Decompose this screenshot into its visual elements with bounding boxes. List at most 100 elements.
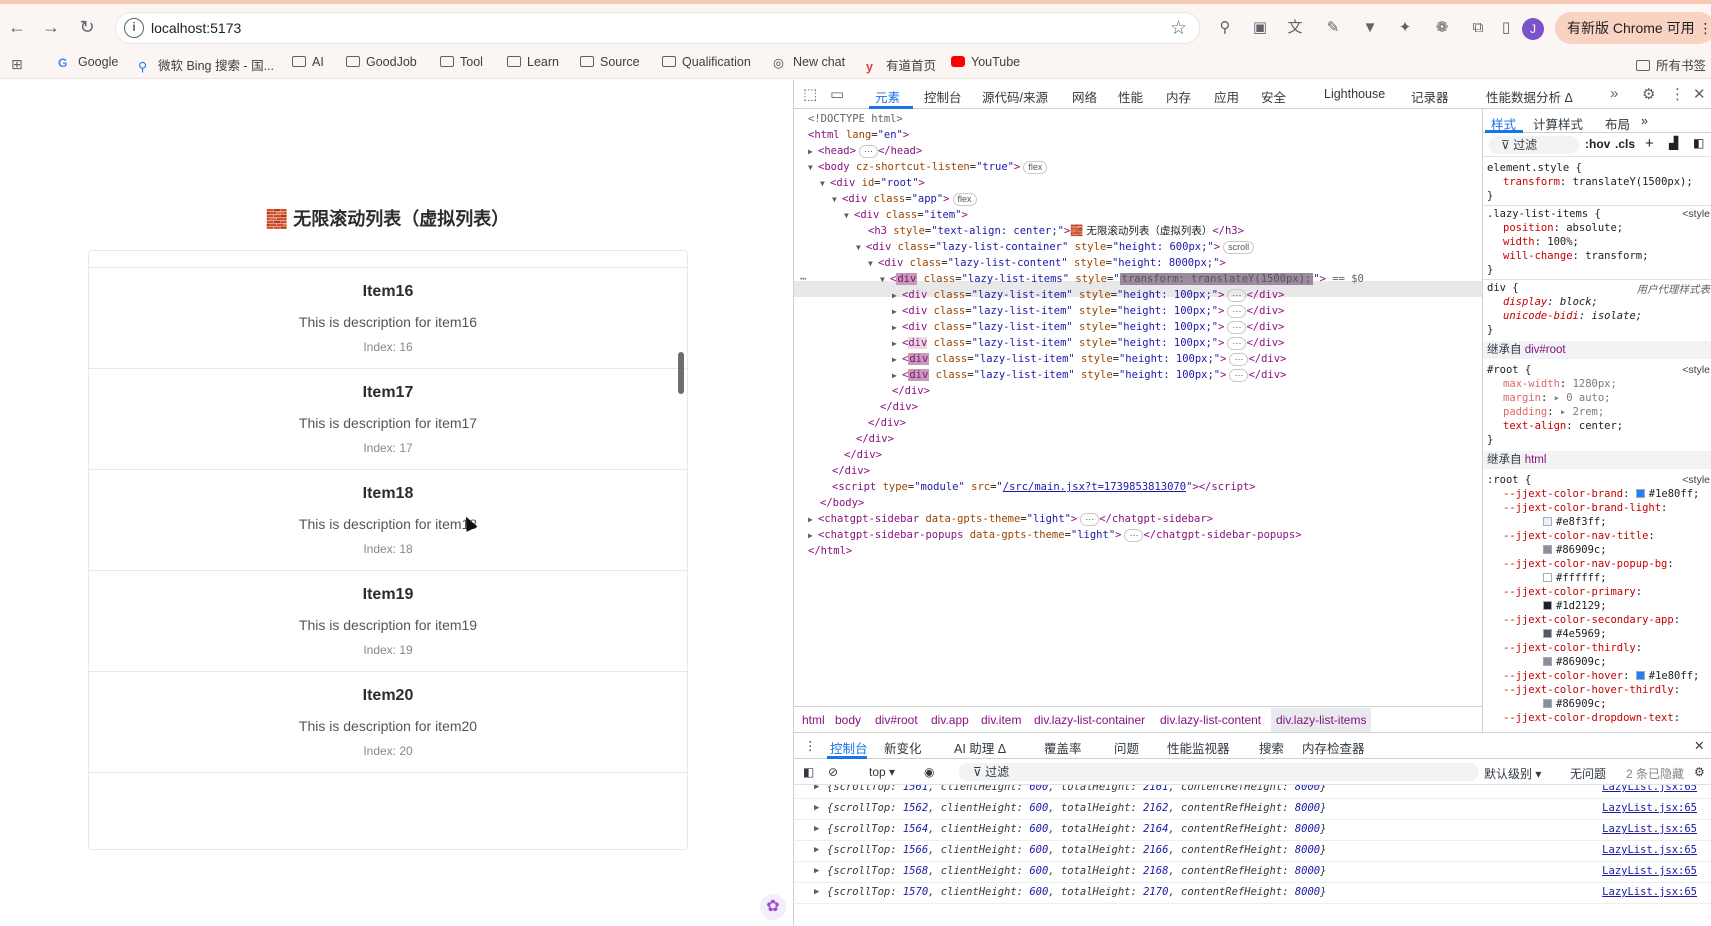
- style-source-link[interactable]: <style: [1682, 208, 1710, 220]
- bookmark-item[interactable]: ◎ New chat: [773, 55, 845, 70]
- style-decl[interactable]: transform: translateY(1500px);: [1503, 175, 1693, 189]
- style-decl[interactable]: --jjext-color-secondary-app:: [1503, 613, 1680, 627]
- tab-network[interactable]: 网络: [1072, 87, 1097, 106]
- breadcrumb-item[interactable]: div.lazy-list-container: [1034, 713, 1145, 727]
- color-swatch[interactable]: [1543, 545, 1552, 554]
- sidebar-toggle-icon[interactable]: ◧: [803, 765, 814, 779]
- code-line[interactable]: ▶ <head> ⋯ </head>: [808, 143, 922, 159]
- style-decl[interactable]: --jjext-color-primary:: [1503, 585, 1642, 599]
- sidepanel-icon[interactable]: ▯: [1496, 18, 1516, 38]
- breadcrumb-item[interactable]: div#root: [875, 713, 918, 727]
- elements-tree[interactable]: <!DOCTYPE html> <html lang="en"> ▶ <head>…: [794, 109, 1482, 706]
- close-icon[interactable]: ✕: [1694, 738, 1704, 753]
- drawer-tab-ai-assistance[interactable]: AI 助理 Δ: [954, 738, 1006, 757]
- style-decl-value[interactable]: #1d2129;: [1543, 599, 1607, 613]
- breadcrumb-item[interactable]: body: [835, 713, 861, 727]
- bookmark-star-icon[interactable]: ☆: [1170, 17, 1187, 40]
- code-line[interactable]: <html lang="en">: [808, 127, 909, 143]
- code-line[interactable]: ▶ <div class="lazy-list-item" style="heig…: [892, 303, 1284, 319]
- tab-performance[interactable]: 性能: [1118, 87, 1143, 106]
- code-line[interactable]: ▼ <body cz-shortcut-listen="true"> flex: [808, 159, 1048, 175]
- bookmark-folder[interactable]: Learn: [507, 55, 559, 69]
- color-swatch[interactable]: [1543, 629, 1552, 638]
- code-line[interactable]: ▼ <div class="item">: [844, 207, 968, 223]
- console-log-entry[interactable]: ▶ {scrollTop: 1570, clientHeight: 600, to…: [794, 881, 1711, 904]
- bookmark-folder[interactable]: Qualification: [662, 55, 751, 69]
- log-levels-select[interactable]: 默认级别 ▾: [1484, 765, 1541, 782]
- log-source-link[interactable]: LazyList.jsx:65: [1602, 818, 1697, 840]
- style-source-link[interactable]: <style: [1682, 474, 1710, 486]
- paint-icon[interactable]: ▟: [1669, 136, 1678, 150]
- breadcrumb-item-active[interactable]: div.lazy-list-items: [1271, 708, 1372, 732]
- style-decl[interactable]: --jjext-color-hover: #1e80ff;: [1503, 669, 1699, 683]
- extension-icon[interactable]: ⚲: [1215, 18, 1235, 38]
- color-swatch[interactable]: [1543, 699, 1552, 708]
- color-swatch[interactable]: [1543, 517, 1552, 526]
- tab-console[interactable]: 控制台: [924, 87, 962, 106]
- code-line[interactable]: ▼ <div id="root">: [820, 175, 925, 191]
- site-info-icon[interactable]: i: [124, 18, 144, 38]
- tab-memory[interactable]: 内存: [1166, 87, 1191, 106]
- node-actions-icon[interactable]: ⋯: [800, 271, 806, 287]
- code-line[interactable]: ▼ <div class="app"> flex: [832, 191, 977, 207]
- assistant-bubble-icon[interactable]: ✿: [760, 894, 786, 920]
- color-swatch[interactable]: [1635, 671, 1645, 680]
- close-icon[interactable]: ✕: [1693, 85, 1706, 103]
- drawer-tab-issues[interactable]: 问题: [1114, 738, 1139, 757]
- hov-toggle[interactable]: :hov: [1585, 137, 1610, 151]
- apps-grid-icon[interactable]: ⊞: [11, 56, 23, 73]
- console-log-entry[interactable]: ▶ {scrollTop: 1562, clientHeight: 600, to…: [794, 797, 1711, 820]
- reload-icon[interactable]: ↻: [74, 14, 100, 40]
- styles-filter-input[interactable]: ⊽ 过滤: [1489, 136, 1579, 154]
- bookmark-item[interactable]: YouTube: [951, 55, 1020, 69]
- pen-icon[interactable]: ✎: [1323, 18, 1343, 38]
- style-decl[interactable]: position: absolute;: [1503, 221, 1623, 235]
- breadcrumb-item[interactable]: html: [802, 713, 825, 727]
- color-swatch[interactable]: [1543, 657, 1552, 666]
- extension-icon[interactable]: ▣: [1250, 18, 1270, 38]
- scrollbar-thumb[interactable]: [678, 352, 684, 394]
- style-decl[interactable]: width: 100%;: [1503, 235, 1579, 249]
- expand-arrow-icon[interactable]: ▶: [814, 797, 819, 819]
- clear-console-icon[interactable]: ⊘: [828, 765, 838, 779]
- expand-arrow-icon[interactable]: ▶: [814, 839, 819, 861]
- code-line[interactable]: <h3 style="text-align: center;">🧱 无限滚动列表…: [868, 223, 1244, 239]
- console-log-entry[interactable]: ▶ {scrollTop: 1568, clientHeight: 600, to…: [794, 860, 1711, 883]
- device-toolbar-icon[interactable]: ▭: [830, 85, 844, 103]
- extension-icon[interactable]: ✦: [1395, 18, 1415, 38]
- more-tabs-icon[interactable]: »: [1641, 114, 1648, 128]
- tab-application[interactable]: 应用: [1214, 87, 1239, 106]
- style-decl-value[interactable]: #86909c;: [1543, 697, 1607, 711]
- code-line[interactable]: ▼ <div class="lazy-list-container" style=…: [856, 239, 1255, 255]
- style-decl-value[interactable]: #86909c;: [1543, 543, 1607, 557]
- tab-sources[interactable]: 源代码/来源: [982, 87, 1048, 106]
- cls-toggle[interactable]: .cls: [1615, 137, 1635, 151]
- bookmark-folder[interactable]: AI: [292, 55, 324, 69]
- breadcrumb-item[interactable]: div.app: [931, 713, 969, 727]
- console-log-entry[interactable]: ▶ {scrollTop: 1564, clientHeight: 600, to…: [794, 818, 1711, 841]
- drawer-menu-icon[interactable]: ⋮: [804, 738, 817, 753]
- url-text[interactable]: localhost:5173: [151, 20, 241, 36]
- drawer-tab-changes[interactable]: 新变化: [884, 738, 922, 757]
- style-decl[interactable]: will-change: transform;: [1503, 249, 1648, 263]
- color-swatch[interactable]: [1543, 573, 1552, 582]
- forward-icon[interactable]: →: [38, 14, 64, 40]
- style-decl[interactable]: --jjext-color-brand: #1e80ff;: [1503, 487, 1699, 501]
- breadcrumb-item[interactable]: div.item: [981, 713, 1021, 727]
- gear-icon[interactable]: ⚙: [1642, 85, 1655, 103]
- style-decl[interactable]: text-align: center;: [1503, 419, 1623, 433]
- tab-security[interactable]: 安全: [1261, 87, 1286, 106]
- tab-computed[interactable]: 计算样式: [1533, 114, 1583, 133]
- style-decl-value[interactable]: #e8f3ff;: [1543, 515, 1607, 529]
- address-bar[interactable]: i localhost:5173 ☆: [115, 12, 1200, 44]
- code-line[interactable]: ▶ <chatgpt-sidebar-popups data-gpts-theme…: [808, 527, 1302, 543]
- bookmark-item[interactable]: G Google: [58, 55, 118, 70]
- console-log-entry[interactable]: ▶ {scrollTop: 1566, clientHeight: 600, to…: [794, 839, 1711, 862]
- code-line[interactable]: <script type="module" src="/src/main.jsx…: [832, 479, 1256, 495]
- log-source-link[interactable]: LazyList.jsx:65: [1602, 881, 1697, 903]
- sidebar-toggle-icon[interactable]: ◧: [1693, 136, 1704, 150]
- log-source-link[interactable]: LazyList.jsx:65: [1602, 797, 1697, 819]
- extension-icon[interactable]: ▼: [1360, 18, 1380, 38]
- issues-indicator[interactable]: 无问题: [1570, 765, 1606, 782]
- drawer-tab-console[interactable]: 控制台: [830, 738, 868, 757]
